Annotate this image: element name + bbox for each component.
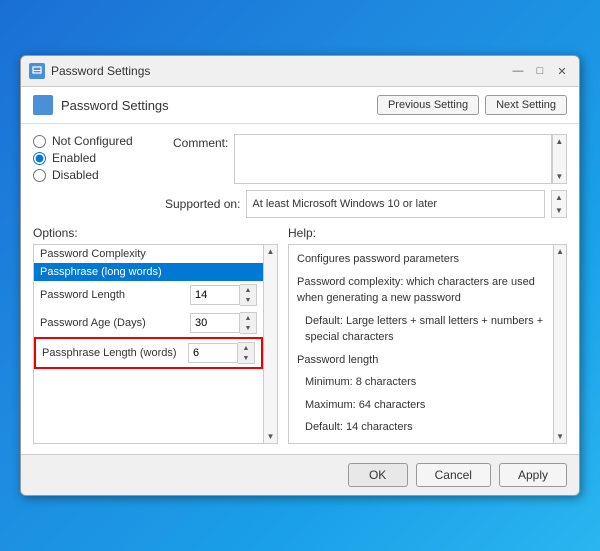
radio-not-configured-input[interactable] [33,135,46,148]
option-password-age: Password Age (Days) ▲ ▼ [34,309,263,337]
header-buttons: Previous Setting Next Setting [377,95,567,115]
minimize-button[interactable]: — [509,62,527,80]
title-bar-left: Password Settings [29,63,150,79]
comment-label: Comment: [173,136,228,150]
comment-scrollbar[interactable]: ▲ ▼ [552,134,567,184]
radio-disabled-input[interactable] [33,169,46,182]
option-passphrase[interactable]: Passphrase (long words) [34,263,263,281]
password-age-input[interactable] [190,313,240,333]
supported-scroll-up[interactable]: ▲ [553,191,565,204]
supported-scroll-down[interactable]: ▼ [553,204,565,217]
passphrase-length-input[interactable] [188,343,238,363]
password-age-spinner: ▲ ▼ [240,312,257,334]
radio-enabled-input[interactable] [33,152,46,165]
supported-label: Supported on: [165,197,240,211]
supported-scrollbar[interactable]: ▲ ▼ [551,190,567,218]
radio-disabled[interactable]: Disabled [33,168,163,182]
help-column: Help: Configures password parameters Pas… [288,226,567,444]
passphrase-length-up[interactable]: ▲ [238,343,254,353]
dialog-header: Password Settings Previous Setting Next … [21,87,579,124]
password-length-spinner: ▲ ▼ [240,284,257,306]
help-line-7: Password age in days [297,442,545,445]
help-line-0: Configures password parameters [297,251,545,268]
password-length-up[interactable]: ▲ [240,285,256,295]
comment-area-section: Comment: ▲ ▼ [173,134,567,184]
password-length-input[interactable] [190,285,240,305]
radio-disabled-label: Disabled [52,168,99,182]
dialog-header-left: Password Settings [33,95,169,115]
radio-section: Not Configured Enabled Disabled [33,134,163,184]
help-panel-wrapper: Configures password parameters Password … [288,244,567,444]
option-passphrase-length-label: Passphrase Length (words) [42,347,188,359]
options-column: Options: Password Complexity Passphrase … [33,226,278,444]
ok-button[interactable]: OK [348,463,408,487]
password-age-down[interactable]: ▼ [240,323,256,333]
maximize-button[interactable]: □ [531,62,549,80]
apply-button[interactable]: Apply [499,463,567,487]
main-window: Password Settings — □ ✕ Password Setting… [20,55,580,496]
help-panel: Configures password parameters Password … [288,244,554,444]
help-line-3: Password length [297,352,545,369]
next-setting-button[interactable]: Next Setting [485,95,567,115]
cancel-button[interactable]: Cancel [416,463,491,487]
title-bar: Password Settings — □ ✕ [21,56,579,87]
dialog-body: Not Configured Enabled Disabled Comment: [21,124,579,454]
options-scroll-up[interactable]: ▲ [265,245,277,258]
previous-setting-button[interactable]: Previous Setting [377,95,479,115]
options-panel-wrapper: Password Complexity Passphrase (long wor… [33,244,278,444]
comment-textarea[interactable] [234,134,551,184]
scroll-up-arrow[interactable]: ▲ [553,135,565,148]
password-age-up[interactable]: ▲ [240,313,256,323]
dialog-footer: OK Cancel Apply [21,454,579,495]
passphrase-length-down[interactable]: ▼ [238,353,254,363]
radio-enabled[interactable]: Enabled [33,151,163,165]
help-line-6: Default: 14 characters [305,419,545,436]
window-title: Password Settings [51,64,150,78]
radio-enabled-label: Enabled [52,151,96,165]
option-password-age-label: Password Age (Days) [40,317,190,329]
supported-section: Supported on: At least Microsoft Windows… [163,190,567,218]
option-password-complexity[interactable]: Password Complexity [34,245,263,263]
password-length-down[interactable]: ▼ [240,295,256,305]
help-line-2: Default: Large letters + small letters +… [305,313,545,346]
help-scroll-down[interactable]: ▼ [554,430,566,443]
dialog-header-title: Password Settings [61,98,169,113]
help-scrollbar[interactable]: ▲ ▼ [554,244,567,444]
help-line-4: Minimum: 8 characters [305,374,545,391]
supported-value: At least Microsoft Windows 10 or later [246,190,545,218]
help-scroll-up[interactable]: ▲ [554,245,566,258]
radio-not-configured-label: Not Configured [52,134,133,148]
help-title: Help: [288,226,567,240]
options-scrollbar[interactable]: ▲ ▼ [264,244,278,444]
scroll-down-arrow[interactable]: ▼ [553,170,565,183]
passphrase-length-spinner: ▲ ▼ [238,342,255,364]
option-password-length: Password Length ▲ ▼ [34,281,263,309]
dialog-header-icon [33,95,53,115]
close-button[interactable]: ✕ [553,62,571,80]
window-icon [29,63,45,79]
option-passphrase-length: Passphrase Length (words) ▲ ▼ [34,337,263,369]
title-controls: — □ ✕ [509,62,571,80]
options-panel: Password Complexity Passphrase (long wor… [33,244,264,444]
help-line-5: Maximum: 64 characters [305,397,545,414]
options-scroll-down[interactable]: ▼ [265,430,277,443]
help-line-1: Password complexity: which characters ar… [297,274,545,307]
radio-not-configured[interactable]: Not Configured [33,134,163,148]
options-title: Options: [33,226,278,240]
option-password-length-label: Password Length [40,289,190,301]
options-help-section: Options: Password Complexity Passphrase … [33,226,567,444]
